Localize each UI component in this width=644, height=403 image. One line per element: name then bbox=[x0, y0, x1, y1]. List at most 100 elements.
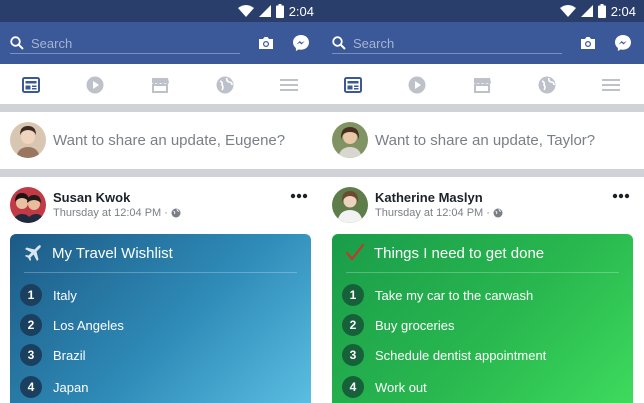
post-meta: Thursday at 12:04 PM · bbox=[375, 207, 503, 219]
item-number: 3 bbox=[342, 344, 364, 366]
card-header: My Travel Wishlist bbox=[24, 234, 173, 272]
tab-bar bbox=[0, 64, 322, 104]
camera-icon[interactable] bbox=[258, 36, 274, 50]
card-title: My Travel Wishlist bbox=[52, 244, 173, 262]
item-text: Los Angeles bbox=[53, 317, 124, 333]
news-feed-icon bbox=[344, 77, 362, 93]
feed-post: Susan Kwok Thursday at 12:04 PM · My Tra… bbox=[0, 177, 322, 403]
item-number: 2 bbox=[20, 314, 42, 336]
meta-separator: · bbox=[486, 207, 490, 219]
checkmark-icon bbox=[346, 244, 364, 261]
section-divider bbox=[0, 169, 322, 177]
battery-icon bbox=[275, 4, 284, 18]
tab-bar bbox=[322, 64, 644, 104]
tab-marketplace[interactable] bbox=[150, 75, 170, 95]
tab-news-feed[interactable] bbox=[21, 75, 41, 95]
item-number: 2 bbox=[342, 314, 364, 336]
wifi-icon bbox=[559, 5, 576, 17]
phone-screen-right: 2:04 Search Want to share an update, Tay bbox=[322, 0, 644, 403]
composer-prompt[interactable]: Want to share an update, Taylor? bbox=[375, 132, 595, 149]
author-avatar[interactable] bbox=[332, 187, 368, 223]
airplane-icon bbox=[25, 245, 41, 261]
section-divider bbox=[322, 104, 644, 112]
meta-separator: · bbox=[164, 207, 168, 219]
post-author[interactable]: Susan Kwok bbox=[53, 190, 130, 205]
search-input[interactable]: Search bbox=[31, 36, 72, 51]
signal-icon bbox=[258, 5, 271, 17]
play-icon bbox=[408, 76, 426, 94]
post-author[interactable]: Katherine Maslyn bbox=[375, 190, 483, 205]
search-underline bbox=[332, 53, 562, 54]
tab-notifications[interactable] bbox=[537, 75, 557, 95]
tab-watch[interactable] bbox=[85, 75, 105, 95]
status-time: 2:04 bbox=[610, 3, 636, 19]
top-navbar: Search bbox=[0, 22, 322, 64]
card-header: Things I need to get done bbox=[346, 234, 544, 272]
list-card: Things I need to get done 1 Take my car t… bbox=[332, 234, 633, 403]
card-divider bbox=[346, 272, 619, 273]
shop-icon bbox=[474, 78, 491, 93]
news-feed-icon bbox=[22, 77, 40, 93]
item-text: Japan bbox=[53, 379, 89, 395]
tab-marketplace[interactable] bbox=[472, 75, 492, 95]
signal-icon bbox=[580, 5, 593, 17]
top-navbar: Search bbox=[322, 22, 644, 64]
list-item: 3 Schedule dentist appointment bbox=[342, 344, 546, 366]
hamburger-menu-icon bbox=[602, 79, 620, 91]
play-icon bbox=[86, 76, 104, 94]
hamburger-menu-icon bbox=[280, 79, 298, 91]
list-card: My Travel Wishlist 1 Italy 2 Los Angeles 3… bbox=[10, 234, 311, 403]
tab-notifications[interactable] bbox=[215, 75, 235, 95]
tab-menu[interactable] bbox=[601, 75, 621, 95]
item-text: Buy groceries bbox=[375, 317, 455, 333]
more-options-icon[interactable] bbox=[612, 193, 630, 199]
globe-tab-icon bbox=[538, 76, 556, 94]
battery-icon bbox=[597, 4, 606, 18]
messenger-icon[interactable] bbox=[614, 34, 632, 52]
list-item: 1 Italy bbox=[20, 284, 77, 306]
list-item: 4 Work out bbox=[342, 376, 427, 398]
status-bar: 2:04 bbox=[322, 0, 644, 22]
item-number: 3 bbox=[20, 344, 42, 366]
globe-tab-icon bbox=[216, 76, 234, 94]
item-text: Schedule dentist appointment bbox=[375, 347, 547, 363]
messenger-icon[interactable] bbox=[292, 34, 310, 52]
card-divider bbox=[24, 272, 297, 273]
avatar bbox=[10, 122, 46, 158]
camera-icon[interactable] bbox=[580, 36, 596, 50]
phone-screen-left: 2:04 Search Want to share an update, Eug bbox=[0, 0, 322, 403]
avatar bbox=[332, 122, 368, 158]
post-timestamp[interactable]: Thursday at 12:04 PM bbox=[53, 207, 161, 219]
search-underline bbox=[10, 53, 240, 54]
globe-icon bbox=[493, 208, 503, 218]
item-text: Take my car to the carwash bbox=[375, 287, 534, 303]
post-timestamp[interactable]: Thursday at 12:04 PM bbox=[375, 207, 483, 219]
list-item: 2 Los Angeles bbox=[20, 314, 124, 336]
item-number: 4 bbox=[20, 376, 42, 398]
status-composer[interactable]: Want to share an update, Eugene? bbox=[0, 112, 322, 169]
author-avatar[interactable] bbox=[10, 187, 46, 223]
composer-prompt[interactable]: Want to share an update, Eugene? bbox=[53, 132, 285, 149]
list-item: 1 Take my car to the carwash bbox=[342, 284, 533, 306]
list-item: 2 Buy groceries bbox=[342, 314, 454, 336]
item-number: 1 bbox=[20, 284, 42, 306]
status-time: 2:04 bbox=[288, 3, 314, 19]
feed-post: Katherine Maslyn Thursday at 12:04 PM · … bbox=[322, 177, 644, 403]
item-text: Work out bbox=[375, 379, 427, 395]
section-divider bbox=[0, 104, 322, 112]
post-meta: Thursday at 12:04 PM · bbox=[53, 207, 181, 219]
shop-icon bbox=[152, 78, 169, 93]
search-input[interactable]: Search bbox=[353, 36, 394, 51]
item-text: Brazil bbox=[53, 347, 86, 363]
search-icon[interactable] bbox=[10, 36, 24, 50]
search-icon[interactable] bbox=[332, 36, 346, 50]
tab-news-feed[interactable] bbox=[343, 75, 363, 95]
list-item: 4 Japan bbox=[20, 376, 88, 398]
status-bar: 2:04 bbox=[0, 0, 322, 22]
tab-menu[interactable] bbox=[279, 75, 299, 95]
wifi-icon bbox=[237, 5, 254, 17]
more-options-icon[interactable] bbox=[290, 193, 308, 199]
status-composer[interactable]: Want to share an update, Taylor? bbox=[322, 112, 644, 169]
tab-watch[interactable] bbox=[407, 75, 427, 95]
item-number: 1 bbox=[342, 284, 364, 306]
